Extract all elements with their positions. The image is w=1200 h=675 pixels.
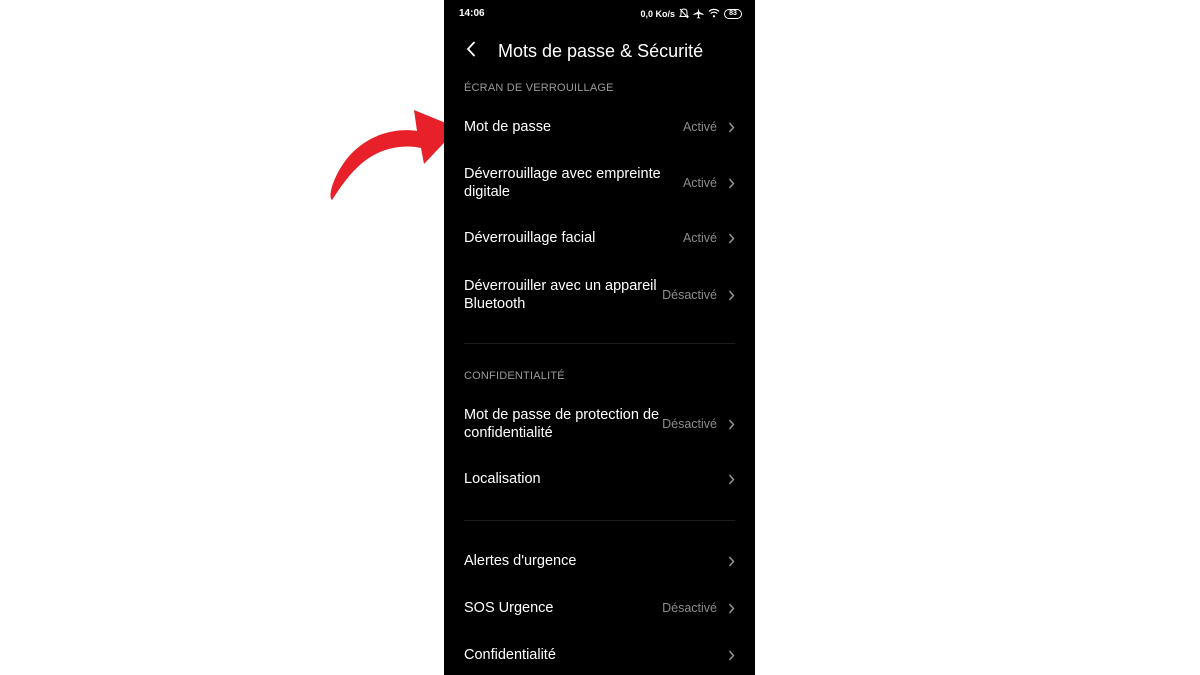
status-bar: 14:06 0,0 Ko/s 83 [444,0,755,28]
list-item-label: Déverrouillage avec empreinte digitale [464,166,661,200]
status-time: 14:06 [459,8,485,19]
back-button[interactable] [460,40,482,62]
list-item-location[interactable]: Localisation [444,462,755,496]
section-divider [464,343,735,344]
list-item-value: Désactivé [662,288,717,302]
list-item-label: Mot de passe [464,119,552,135]
chevron-right-icon [726,289,736,301]
list-item-value: Activé [682,231,717,245]
list-item-label: Déverrouillage facial [464,230,596,246]
list-item-privacy-password[interactable]: Mot de passe de protection de confidenti… [444,405,755,443]
chevron-right-icon [726,473,736,485]
list-item-bluetooth-unlock[interactable]: Déverrouiller avec un appareil Bluetooth… [444,276,755,314]
list-item-value: Activé [682,120,717,134]
list-item-value: Activé [682,176,717,190]
list-item-label: Confidentialité [464,647,556,663]
back-arrow-icon [466,41,476,62]
chevron-right-icon [726,649,736,661]
chevron-right-icon [726,418,736,430]
list-item-label: Alertes d'urgence [464,553,577,569]
status-icons: 0,0 Ko/s 83 [640,7,742,21]
airplane-icon [693,8,704,21]
list-item-label: SOS Urgence [464,600,554,616]
list-item-sos[interactable]: SOS Urgence Désactivé [444,591,755,625]
list-item-fingerprint[interactable]: Déverrouillage avec empreinte digitale A… [444,164,755,202]
section-header-lock-screen: ÉCRAN DE VERROUILLAGE [464,82,614,94]
list-item-value: Désactivé [662,601,717,615]
list-item-face-unlock[interactable]: Déverrouillage facial Activé [444,221,755,255]
chevron-right-icon [726,121,736,133]
battery-icon: 83 [724,9,742,19]
list-item-label: Mot de passe de protection de confidenti… [464,407,660,441]
curved-arrow-icon [320,84,460,208]
section-header-privacy: CONFIDENTIALITÉ [464,370,565,382]
list-item-value: Désactivé [662,417,717,431]
page-title: Mots de passe & Sécurité [498,41,704,61]
list-item-emergency-alerts[interactable]: Alertes d'urgence [444,544,755,578]
phone-screen: 14:06 0,0 Ko/s 83 Mots de passe & Sécuri… [444,0,755,675]
chevron-right-icon [726,602,736,614]
list-item-privacy[interactable]: Confidentialité [444,638,755,672]
section-divider [464,520,735,521]
chevron-right-icon [726,232,736,244]
chevron-right-icon [726,555,736,567]
bell-off-icon [679,7,689,21]
list-item-label: Déverrouiller avec un appareil Bluetooth [464,278,657,312]
list-item-label: Localisation [464,471,541,487]
chevron-right-icon [726,177,736,189]
app-bar: Mots de passe & Sécurité [444,34,755,68]
net-speed: 0,0 Ko/s [640,9,675,19]
wifi-icon [708,8,720,20]
list-item-password[interactable]: Mot de passe Activé [444,110,755,144]
